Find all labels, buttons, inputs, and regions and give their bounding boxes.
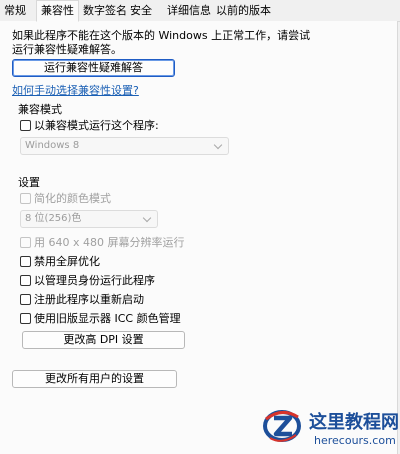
legacy-icc-label: 使用旧版显示器 ICC 颜色管理 xyxy=(34,312,181,325)
tab-digital-signatures[interactable]: 数字签名 xyxy=(79,1,131,20)
disable-fullscreen-label: 禁用全屏优化 xyxy=(34,255,100,268)
chevron-down-icon xyxy=(213,140,223,150)
legacy-icc-checkbox[interactable] xyxy=(20,312,31,324)
compat-mode-checkbox-label: 以兼容模式运行这个程序: xyxy=(34,119,159,132)
color-depth-select[interactable]: 8 位(256)色 xyxy=(20,210,158,228)
run-troubleshooter-button[interactable]: 运行兼容性疑难解答 xyxy=(12,59,175,77)
tab-general[interactable]: 常规 xyxy=(0,1,30,20)
disable-fullscreen-checkbox[interactable] xyxy=(20,255,31,267)
legacy-icc-row[interactable]: 使用旧版显示器 ICC 颜色管理 xyxy=(20,311,181,325)
run-as-admin-label: 以管理员身份运行此程序 xyxy=(34,274,155,287)
reduced-color-checkbox[interactable] xyxy=(20,192,31,204)
reduced-color-row[interactable]: 简化的颜色模式 xyxy=(20,191,111,205)
chevron-down-icon xyxy=(142,213,152,223)
compatibility-panel: 如果此程序不能在这个版本的 Windows 上正常工作，请尝试运行兼容性疑难解答… xyxy=(0,21,398,454)
tab-details[interactable]: 详细信息 xyxy=(163,1,215,20)
disable-fullscreen-row[interactable]: 禁用全屏优化 xyxy=(20,254,100,268)
change-all-users-button[interactable]: 更改所有用户的设置 xyxy=(12,370,177,388)
compat-mode-label: 兼容模式 xyxy=(18,103,62,116)
register-restart-label: 注册此程序以重新启动 xyxy=(34,293,144,306)
change-dpi-button[interactable]: 更改高 DPI 设置 xyxy=(22,331,185,349)
watermark-logo-icon xyxy=(263,410,301,442)
watermark: 这里教程网 herecours.com xyxy=(258,405,400,454)
run-as-admin-checkbox[interactable] xyxy=(20,274,31,286)
settings-label: 设置 xyxy=(18,176,40,189)
watermark-title: 这里教程网 xyxy=(309,412,399,433)
tab-security[interactable]: 安全 xyxy=(126,1,156,20)
tab-previous-versions[interactable]: 以前的版本 xyxy=(212,1,275,20)
os-version-select[interactable]: Windows 8 xyxy=(20,137,229,155)
register-restart-row[interactable]: 注册此程序以重新启动 xyxy=(20,292,144,306)
compat-mode-row[interactable]: 以兼容模式运行这个程序: xyxy=(20,118,159,132)
tab-bar: 常规 兼容性 数字签名 安全 详细信息 以前的版本 xyxy=(0,0,400,22)
run-640-row[interactable]: 用 640 x 480 屏幕分辨率运行 xyxy=(20,235,185,249)
run-640-checkbox[interactable] xyxy=(20,236,31,248)
register-restart-checkbox[interactable] xyxy=(20,293,31,305)
run-640-label: 用 640 x 480 屏幕分辨率运行 xyxy=(34,236,185,249)
intro-text: 如果此程序不能在这个版本的 Windows 上正常工作，请尝试运行兼容性疑难解答… xyxy=(12,29,311,56)
tab-compatibility[interactable]: 兼容性 xyxy=(36,0,79,22)
reduced-color-label: 简化的颜色模式 xyxy=(34,192,111,205)
os-version-value: Windows 8 xyxy=(25,140,80,151)
watermark-url: herecours.com xyxy=(314,434,396,447)
run-as-admin-row[interactable]: 以管理员身份运行此程序 xyxy=(20,273,155,287)
compat-mode-checkbox[interactable] xyxy=(20,119,31,131)
manual-settings-link[interactable]: 如何手动选择兼容性设置? xyxy=(12,82,139,98)
color-depth-value: 8 位(256)色 xyxy=(25,213,82,224)
